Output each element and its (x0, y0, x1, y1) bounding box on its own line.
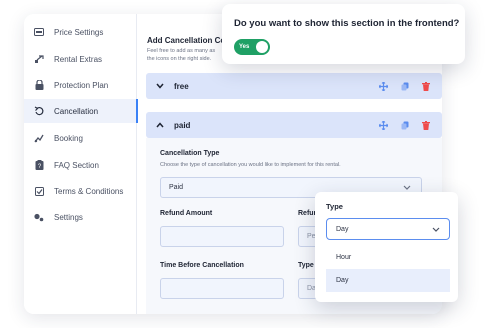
copy-icon[interactable] (400, 82, 409, 91)
extras-icon (34, 54, 44, 64)
settings-icon (34, 212, 44, 222)
sidebar-item-settings[interactable]: Settings (24, 205, 137, 229)
type-dropdown-popup: Type Day Hour Day (315, 192, 458, 302)
type-dropdown-label: Type (326, 202, 343, 211)
accordion-paid[interactable]: paid (146, 112, 442, 138)
sidebar-item-label: FAQ Section (54, 160, 99, 170)
type-option-hour[interactable]: Hour (326, 246, 450, 269)
cancellation-type-label: Cancellation Type (160, 150, 220, 157)
move-icon[interactable] (379, 81, 388, 91)
frontend-visibility-toggle[interactable]: Yes (234, 39, 270, 55)
cancellation-type-value: Paid (169, 184, 184, 191)
chevron-down-icon (432, 225, 440, 234)
refund-amount-label: Refund Amount (160, 210, 213, 217)
undo-icon (34, 106, 44, 116)
toggle-label: Yes (239, 44, 250, 50)
sidebar-item-label: Terms & Conditions (54, 186, 124, 196)
sidebar-item-cancellation[interactable]: Cancellation (24, 99, 138, 123)
type-dropdown-value: Day (336, 225, 349, 233)
sidebar-item-booking[interactable]: Booking (24, 126, 137, 150)
sidebar-item-label: Rental Extras (54, 54, 103, 64)
checkbox-icon (34, 186, 44, 196)
faq-icon: ? (34, 160, 44, 170)
chevron-down-icon (156, 82, 164, 91)
sidebar-item-price-settings[interactable]: Price Settings (24, 20, 137, 44)
toggle-knob (256, 41, 268, 53)
chevron-down-icon (403, 183, 411, 192)
frontend-visibility-question: Do you want to show this section in the … (234, 18, 460, 29)
option-label: Day (336, 277, 349, 284)
trash-icon[interactable] (421, 81, 430, 91)
copy-icon[interactable] (400, 121, 409, 130)
time-before-label: Time Before Cancellation (160, 262, 244, 269)
sidebar-item-label: Cancellation (54, 106, 99, 116)
type-option-day[interactable]: Day (326, 269, 450, 292)
move-icon[interactable] (379, 120, 388, 130)
sidebar: Price Settings Rental Extras Protection … (24, 14, 138, 314)
refund-amount-input[interactable] (160, 226, 284, 247)
sidebar-item-label: Price Settings (54, 27, 104, 37)
cancellation-type-description: Choose the type of cancellation you woul… (160, 162, 341, 168)
price-tag-icon (34, 27, 44, 37)
sidebar-item-label: Settings (54, 212, 83, 222)
accordion-free[interactable]: free (146, 73, 442, 99)
time-type-label: Type (298, 262, 314, 269)
lock-icon (34, 80, 44, 90)
booking-icon (34, 133, 44, 143)
frontend-visibility-popup: Do you want to show this section in the … (222, 4, 465, 64)
sidebar-item-label: Protection Plan (54, 80, 109, 90)
option-label: Hour (336, 254, 352, 261)
type-dropdown-select[interactable]: Day (326, 218, 450, 240)
section-title: Add Cancellation Con (147, 36, 231, 45)
time-before-input[interactable] (160, 278, 284, 299)
accordion-label: paid (174, 120, 191, 130)
sidebar-item-label: Booking (54, 133, 83, 143)
sidebar-item-faq-section[interactable]: ? FAQ Section (24, 153, 137, 177)
accordion-tools (379, 112, 430, 138)
accordion-tools (379, 73, 430, 99)
sidebar-item-rental-extras[interactable]: Rental Extras (24, 47, 137, 71)
trash-icon[interactable] (421, 120, 430, 130)
sidebar-item-protection-plan[interactable]: Protection Plan (24, 73, 137, 97)
accordion-label: free (174, 81, 189, 91)
chevron-up-icon (156, 121, 164, 130)
sidebar-item-terms[interactable]: Terms & Conditions (24, 179, 137, 203)
